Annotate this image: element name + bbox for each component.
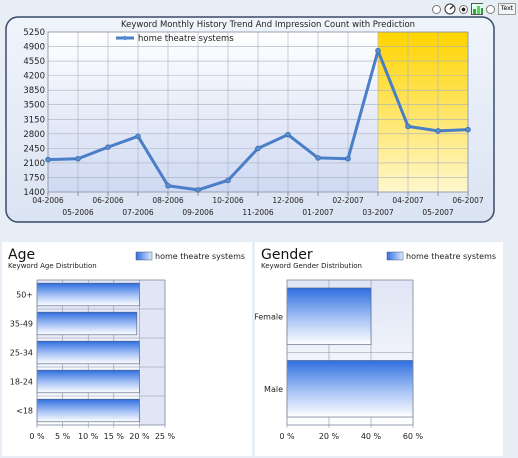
prediction-region	[378, 32, 468, 192]
x-tick-label: 12-2006	[272, 196, 304, 205]
x-tick-label: 20 %	[319, 432, 340, 441]
y-tick-label: 5250	[23, 28, 45, 38]
y-tick-label: 4900	[23, 43, 45, 53]
trend-title: Keyword Monthly History Trend And Impres…	[121, 20, 415, 30]
x-tick-label: 06-2006	[92, 196, 124, 205]
trend-point	[45, 156, 51, 163]
y-tick-label: 2100	[23, 159, 45, 169]
x-tick-label: 01-2007	[302, 208, 334, 217]
gender-panel: Gender Keyword Gender Distribution 0 % 20…	[255, 242, 503, 456]
bar	[36, 282, 140, 307]
age-chart: 0 % 5 % 10 % 15 % 20 % 25 % 50+ 35-49 25-34 18-24…	[10, 251, 245, 441]
y-category-label: 18-24	[10, 378, 33, 387]
legend-swatch	[135, 251, 153, 261]
trend-point	[165, 182, 171, 189]
bar	[36, 340, 140, 365]
y-tick-label: 2450	[23, 144, 45, 154]
trend-point	[225, 177, 231, 184]
x-tick-label: 08-2006	[152, 196, 184, 205]
x-tick-label: 04-2007	[392, 196, 424, 205]
x-tick-label: 02-2007	[332, 196, 364, 205]
x-tick-label: 60 %	[403, 432, 424, 441]
gender-chart: 0 % 20 % 40 % 60 % Female Male home theatre sy…	[255, 251, 496, 441]
x-tick-label: 15 %	[104, 432, 125, 441]
trend-point	[405, 123, 411, 130]
y-tick-label: 3850	[23, 86, 45, 96]
trend-chart: 5250 4900 4550 4200 3850 3500 3150 2800 2450 2100…	[5, 16, 495, 223]
legend-marker	[122, 35, 128, 41]
y-tick-label: 3500	[23, 101, 45, 111]
legend-swatch	[386, 251, 404, 261]
y-tick-label: 1750	[23, 173, 45, 183]
y-category-label: 50+	[16, 291, 33, 300]
x-tick-label: 11-2006	[242, 208, 274, 217]
highlight-band	[139, 280, 165, 425]
y-tick-label: 4550	[23, 57, 45, 67]
x-tick-label: 10-2006	[212, 196, 244, 205]
bar	[286, 360, 414, 418]
trend-point	[135, 133, 141, 140]
x-tick-label: 03-2007	[362, 208, 394, 217]
x-tick-label: 04-2006	[32, 196, 64, 205]
bar	[36, 398, 140, 423]
x-tick-label: 09-2006	[182, 208, 214, 217]
x-tick-label: 40 %	[361, 432, 382, 441]
y-tick-label: 2800	[23, 130, 45, 140]
x-tick-label: 07-2006	[122, 208, 154, 217]
trend-point	[285, 131, 291, 138]
x-tick-label: 5 %	[55, 432, 71, 441]
trend-point	[345, 155, 351, 162]
y-tick-label: 4200	[23, 72, 45, 82]
trend-point	[105, 144, 111, 150]
legend-label: home theatre systems	[155, 252, 245, 261]
trend-point	[255, 145, 261, 152]
y-category-label: <18	[16, 407, 33, 416]
x-tick-label: 20 %	[129, 432, 150, 441]
bar	[286, 287, 372, 345]
age-panel: Age Keyword Age Distribution 0 % 5 % 10 % 1…	[2, 242, 252, 456]
legend-label: home theatre systems	[138, 34, 234, 44]
trend-point	[435, 128, 441, 134]
x-tick-label: 25 %	[155, 432, 176, 441]
legend-label: home theatre systems	[406, 252, 496, 261]
y-category-label: Male	[264, 385, 283, 394]
trend-point	[195, 187, 201, 193]
x-tick-label: 10 %	[78, 432, 99, 441]
y-category-label: Female	[255, 312, 283, 321]
bar	[36, 369, 140, 394]
y-category-label: 35-49	[10, 320, 33, 329]
trend-point	[75, 155, 81, 162]
y-tick-label: 3150	[23, 115, 45, 125]
trend-point	[465, 126, 471, 133]
x-tick-label: 06-2007	[452, 196, 484, 205]
y-category-label: 25-34	[10, 349, 33, 358]
trend-point	[375, 47, 381, 54]
x-tick-label: 05-2006	[62, 208, 94, 217]
trend-point	[315, 155, 321, 161]
bar	[36, 311, 138, 336]
x-tick-label: 0 %	[29, 432, 45, 441]
x-tick-label: 0 %	[279, 432, 295, 441]
x-tick-label: 05-2007	[422, 208, 454, 217]
